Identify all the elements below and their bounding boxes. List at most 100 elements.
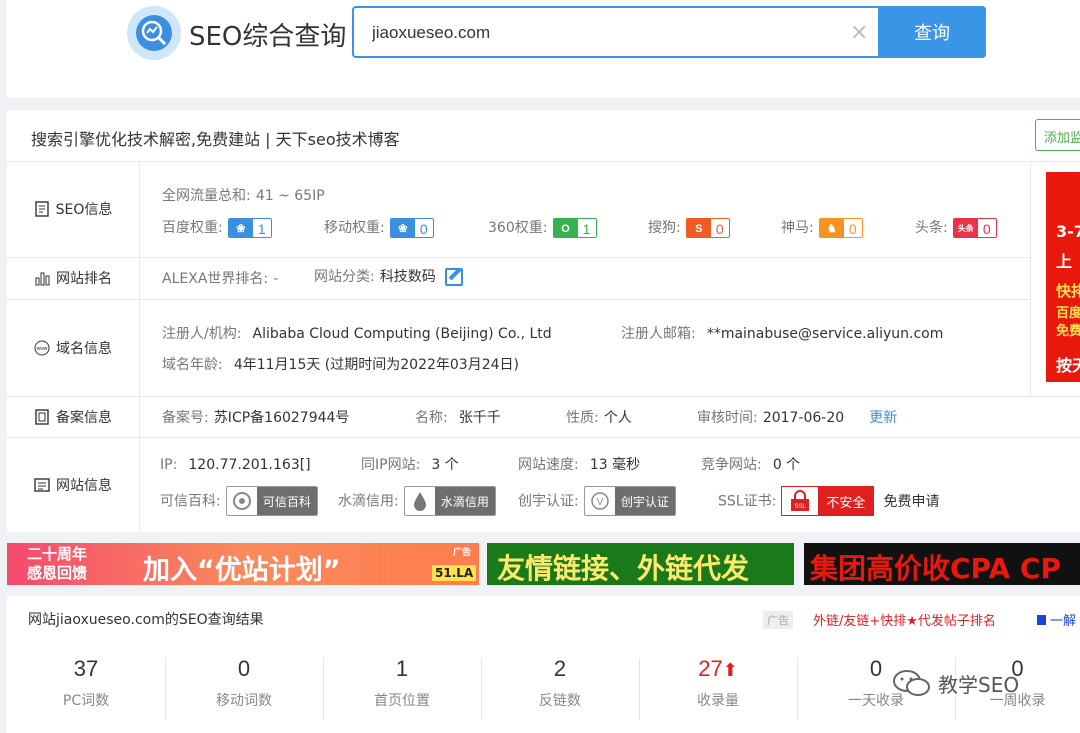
row-label-domain: www 域名信息 <box>7 299 139 396</box>
icp-nature: 性质: 个人 <box>566 407 632 427</box>
ssl-cert: SSL证书: SSL 不安全 免费申请 <box>718 486 940 516</box>
banner-anniversary-line1: 二十周年 <box>27 545 88 563</box>
same-ip-value[interactable]: 3 个 <box>431 457 458 473</box>
side-ad-banner[interactable]: 3-7 上 快排 百度 免费 按天 <box>1046 172 1080 382</box>
stat-value: 2 <box>553 656 567 681</box>
banner-51la[interactable]: 二十周年 感恩回馈 加入“优站计划” 广告 51.LA <box>7 543 479 585</box>
bar-chart-icon <box>35 272 50 286</box>
site-speed: 网站速度: 13 毫秒 <box>518 454 640 474</box>
edit-icon[interactable] <box>444 267 463 286</box>
stat-caption: 收录量 <box>697 693 739 709</box>
shenma-weight-badge[interactable]: ♞ 0 <box>818 217 863 238</box>
stat-mobile-keywords[interactable]: 0 移动词数 <box>165 656 323 720</box>
shenma-weight[interactable]: 神马: ♞ 0 <box>781 217 863 238</box>
search-button[interactable]: 查询 <box>878 6 986 58</box>
chuangyu-badge[interactable]: V 创宇认证 <box>583 486 676 516</box>
row-label-icp: 备案信息 <box>7 396 139 437</box>
baidu-weight-label: 百度权重: <box>162 220 223 236</box>
shuidi-label: 水滴信用: <box>338 493 399 510</box>
wechat-watermark: 教学SEO <box>892 668 1019 698</box>
traffic-label: 全网流量总和: <box>162 188 251 204</box>
search-input[interactable] <box>372 20 832 46</box>
category-label: 网站分类: <box>314 269 375 285</box>
site-category: 网站分类: 科技数码 <box>314 266 463 286</box>
stat-pc-keywords[interactable]: 37 PC词数 <box>7 656 165 720</box>
row-label-webinfo: 网站信息 <box>7 437 139 532</box>
ad-link-2-text: 一解 <box>1050 614 1077 629</box>
banner-main-text: 集团高价收CPA CP <box>810 552 1061 585</box>
top-header: SEO综合查询 × 查询 <box>7 0 1080 98</box>
add-monitor-button[interactable]: 添加监 <box>1035 119 1080 151</box>
square-icon <box>1037 615 1046 625</box>
baidu-weight[interactable]: 百度权重: ❀ 1 <box>162 217 272 238</box>
row-label-rank: 网站排名 <box>7 257 139 299</box>
divider <box>7 396 1080 397</box>
icp-number: 备案号: 苏ICP备16027944号 <box>162 407 349 427</box>
s360-icon: O <box>553 218 578 237</box>
sogou-weight-value: 0 <box>710 218 729 237</box>
arrow-up-icon: ⬆ <box>722 660 738 680</box>
results-title: 网站jiaoxueseo.com的SEO查询结果 <box>28 612 264 628</box>
icp-nature-value: 个人 <box>603 410 632 426</box>
ip-info: IP: 120.77.201.163[] <box>160 454 311 473</box>
site-title: 搜索引擎优化技术解密,免费建站 | 天下seo技术博客 <box>31 130 400 149</box>
record-icon <box>35 408 49 425</box>
icp-audit-label: 审核时间: <box>697 410 758 426</box>
stat-indexed[interactable]: 27⬆ 收录量 <box>639 656 797 720</box>
toutiao-icon: 头条 <box>953 218 978 237</box>
kexin-badge[interactable]: 可信百科 <box>225 486 318 516</box>
baidu-weight-badge[interactable]: ❀ 1 <box>227 217 272 238</box>
s360-weight-badge[interactable]: O 1 <box>552 217 597 238</box>
mobile-weight[interactable]: 移动权重: ❀ 0 <box>324 217 434 238</box>
ad-link-2[interactable]: 一解 <box>1037 610 1076 629</box>
shuidi-badge[interactable]: 水滴信用 <box>403 486 496 516</box>
ad-link[interactable]: 外链/友链+快排★代发帖子排名 <box>813 610 996 629</box>
divider <box>1030 161 1031 396</box>
mobile-weight-badge[interactable]: ❀ 0 <box>389 217 434 238</box>
icp-number-value: 苏ICP备16027944号 <box>213 410 350 426</box>
traffic-info: 全网流量总和: 41 ~ 65IP <box>162 185 325 205</box>
icp-update-link[interactable]: 更新 <box>869 410 897 426</box>
ssl-badge[interactable]: SSL 不安全 <box>781 486 875 516</box>
ssl-apply-link[interactable]: 免费申请 <box>884 494 940 510</box>
mobile-paw-icon: ❀ <box>390 218 415 237</box>
sogou-icon: S <box>686 218 711 237</box>
alexa-label: ALEXA世界排名: <box>162 271 269 287</box>
traffic-value: 41 ~ 65IP <box>255 188 325 204</box>
svg-text:SSL: SSL <box>795 504 807 510</box>
competitor-value[interactable]: 0 个 <box>773 457 800 473</box>
stat-value: 1 <box>395 656 409 681</box>
registrant-email: 注册人邮箱: **mainabuse@service.aliyun.com <box>621 323 943 343</box>
logo-text[interactable]: SEO综合查询 <box>189 16 346 53</box>
site-info-card: 搜索引擎优化技术解密,免费建站 | 天下seo技术博客 添加监 SEO信息 全网… <box>7 110 1080 532</box>
stat-backlinks[interactable]: 2 反链数 <box>481 656 639 720</box>
side-ad-line: 免费 <box>1056 324 1080 339</box>
globe-www-icon: www <box>34 340 50 355</box>
toutiao-weight-badge[interactable]: 头条 0 <box>952 217 997 238</box>
divider <box>7 161 1080 162</box>
logo-icon[interactable] <box>127 6 181 60</box>
toutiao-weight[interactable]: 头条: 头条 0 <box>915 217 997 238</box>
icp-name-label: 名称: <box>415 410 448 426</box>
kexin-seal-icon <box>226 487 257 515</box>
clear-icon[interactable]: × <box>850 22 868 44</box>
ssl-label: SSL证书: <box>718 493 777 510</box>
divider <box>7 299 1030 300</box>
row-label-text: 备案信息 <box>56 409 112 426</box>
sogou-weight[interactable]: 搜狗: S 0 <box>648 217 730 238</box>
sogou-weight-badge[interactable]: S 0 <box>685 217 730 238</box>
banner-brand: 51.LA <box>432 565 477 581</box>
stat-homepage-position[interactable]: 1 首页位置 <box>323 656 481 720</box>
banner-friend-links[interactable]: 友情链接、外链代发 <box>487 543 794 585</box>
kexin-badge-text: 可信百科 <box>256 487 317 515</box>
registrant-value: Alibaba Cloud Computing (Beijing) Co., L… <box>252 326 552 342</box>
webpage-icon <box>34 477 50 492</box>
banner-cpa[interactable]: 集团高价收CPA CP <box>804 543 1080 585</box>
s360-weight[interactable]: 360权重: O 1 <box>488 217 597 238</box>
side-ad-line: 3-7 <box>1056 222 1080 241</box>
verified-v-icon: V <box>584 487 615 515</box>
domain-age: 域名年龄: 4年11月15天 (过期时间为2022年03月24日) <box>162 354 519 374</box>
ip-value[interactable]: 120.77.201.163[] <box>188 457 310 473</box>
registrant-label: 注册人/机构: <box>162 326 242 342</box>
speed-label: 网站速度: <box>518 457 579 473</box>
